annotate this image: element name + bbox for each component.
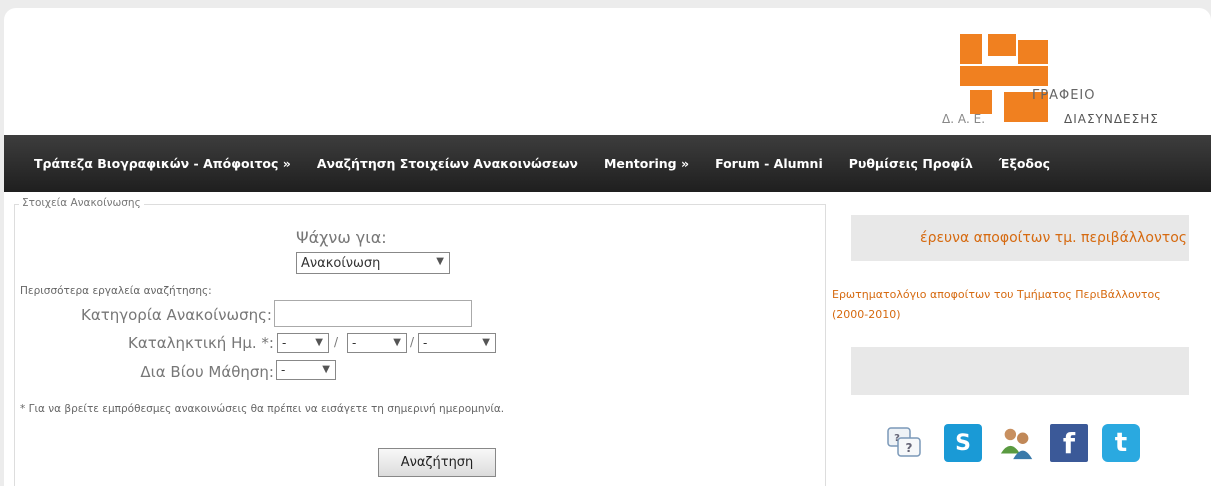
logo-text-secondary: ΔΙΑΣΥΝΔΕΣΗΣ — [1064, 112, 1159, 126]
nav-item-cv-bank[interactable]: Τράπεζα Βιογραφικών - Απόφοιτος » — [34, 156, 291, 171]
logo-block — [970, 90, 992, 114]
skype-glyph: S — [955, 430, 971, 456]
date-separator: / — [334, 335, 339, 349]
chevron-down-icon: ▼ — [322, 364, 330, 375]
chevron-down-icon: ▼ — [436, 256, 444, 267]
category-label: Κατηγορία Ανακοίνωσης: — [80, 306, 272, 324]
skype-icon[interactable]: S — [944, 424, 982, 462]
logo-block — [960, 34, 982, 64]
graduate-survey-text: έρευνα αποφοίτων τμ. περιβάλλοντος — [920, 230, 1187, 246]
nav-item-forum[interactable]: Forum - Alumni — [715, 156, 823, 171]
svg-text:?: ? — [894, 433, 900, 444]
search-type-value: Ανακοίνωση — [301, 255, 381, 271]
lifelong-select[interactable]: - ▼ — [276, 360, 336, 380]
logo-text-tertiary: Δ. Α. Ε. — [942, 112, 986, 126]
deadline-label: Καταληκτική Ημ. *: — [127, 334, 274, 352]
twitter-icon[interactable]: t — [1102, 424, 1140, 462]
nav-item-profile-settings[interactable]: Ρυθμίσεις Προφίλ — [849, 156, 973, 171]
chevron-down-icon: ▼ — [482, 337, 490, 348]
lifelong-value: - — [281, 363, 286, 377]
logo-text-primary: ΓΡΑΦΕΙΟ — [1032, 88, 1096, 103]
more-tools-label: Περισσότερα εργαλεία αναζήτησης: — [20, 285, 212, 297]
users-icon[interactable] — [998, 424, 1036, 462]
date-separator: / — [410, 335, 415, 349]
chevron-down-icon: ▼ — [315, 337, 323, 348]
search-for-label: Ψάχνω για: — [296, 228, 387, 247]
fieldset-legend: Στοιχεία Ανακοίνωσης — [19, 197, 144, 209]
deadline-year-select[interactable]: - ▼ — [418, 333, 496, 353]
deadline-month-select[interactable]: - ▼ — [347, 333, 407, 353]
logo-block — [1018, 40, 1048, 64]
logo-block — [960, 66, 1048, 86]
deadline-month-value: - — [352, 336, 357, 350]
date-note: * Για να βρείτε εμπρόθεσμες ανακοινώσεις… — [20, 403, 505, 415]
sidebar-empty-box — [851, 347, 1189, 395]
page-container: ΓΡΑΦΕΙΟ ΔΙΑΣΥΝΔΕΣΗΣ Δ. Α. Ε. Τράπεζα Βιο… — [4, 8, 1211, 486]
svg-text:?: ? — [906, 441, 913, 455]
category-input[interactable] — [274, 300, 472, 327]
search-button[interactable]: Αναζήτηση — [378, 448, 496, 477]
logo-block — [988, 34, 1016, 56]
questionnaire-link[interactable]: Ερωτηματολόγιο αποφοίτων του Τμήματος Πε… — [832, 285, 1192, 325]
search-type-select[interactable]: Ανακοίνωση ▼ — [296, 252, 450, 274]
lifelong-label: Δια Βίου Μάθηση: — [140, 363, 274, 381]
deadline-day-value: - — [282, 336, 287, 350]
nav-item-mentoring[interactable]: Mentoring » — [604, 156, 689, 171]
facebook-glyph: f — [1062, 426, 1076, 460]
twitter-glyph: t — [1114, 428, 1128, 458]
chevron-down-icon: ▼ — [393, 337, 401, 348]
nav-item-logout[interactable]: Έξοδος — [999, 156, 1050, 171]
deadline-year-value: - — [423, 336, 428, 350]
main-nav: Τράπεζα Βιογραφικών - Απόφοιτος » Αναζήτ… — [4, 135, 1211, 192]
deadline-day-select[interactable]: - ▼ — [277, 333, 329, 353]
graduate-survey-banner[interactable]: έρευνα αποφοίτων τμ. περιβάλλοντος — [851, 215, 1189, 261]
site-logo[interactable]: ΓΡΑΦΕΙΟ ΔΙΑΣΥΝΔΕΣΗΣ Δ. Α. Ε. — [940, 34, 1176, 144]
facebook-icon[interactable]: f — [1050, 424, 1088, 462]
nav-item-announcement-search[interactable]: Αναζήτηση Στοιχείων Ανακοινώσεων — [317, 156, 578, 171]
questionnaire-icon[interactable]: ? ? — [886, 424, 924, 462]
